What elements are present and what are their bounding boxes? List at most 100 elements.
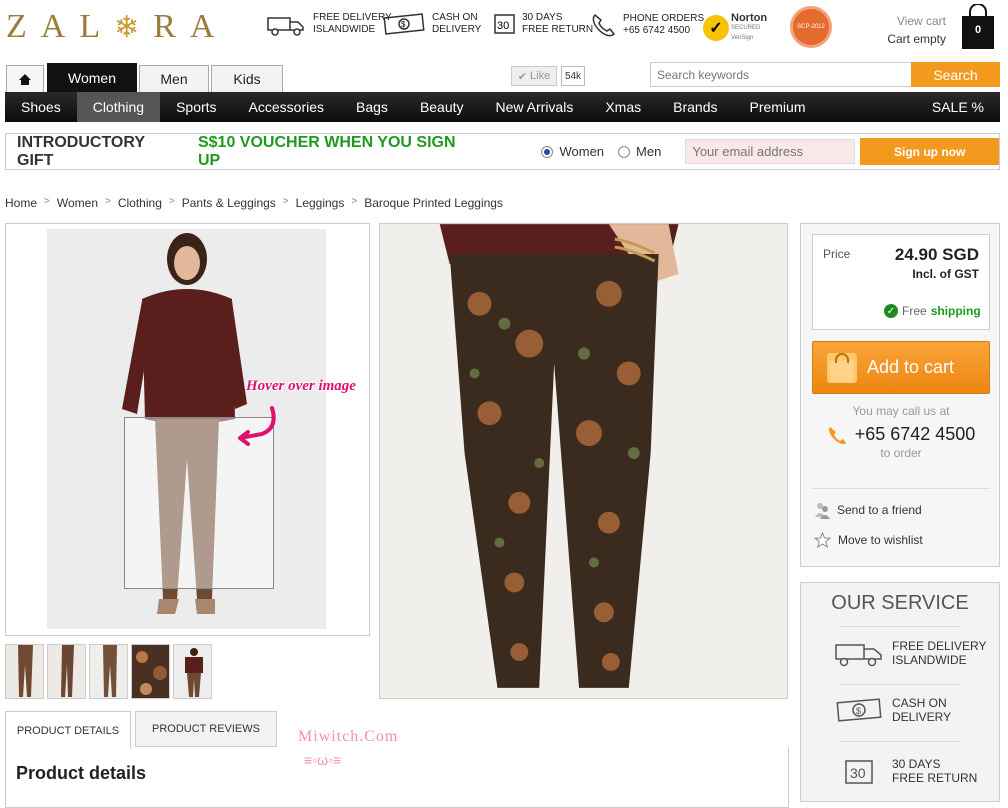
home-tab[interactable] xyxy=(6,65,44,92)
truck-icon xyxy=(835,644,882,667)
radio-women[interactable]: Women xyxy=(541,144,604,159)
thumbnail[interactable] xyxy=(5,644,44,699)
radio-men[interactable]: Men xyxy=(618,144,661,159)
service-30-days-return: 30 30 days free return xyxy=(834,757,977,785)
divider xyxy=(840,741,960,742)
usp-free-delivery: Free delivery islandwide xyxy=(266,12,392,36)
email-field[interactable] xyxy=(685,139,856,164)
facebook-like-button[interactable]: ✔ Like xyxy=(511,66,557,86)
service-line1: Cash on xyxy=(892,696,947,710)
tab-product-reviews[interactable]: PRODUCT REVIEWS xyxy=(135,711,277,747)
phone-icon xyxy=(828,426,846,444)
thumbnail-image xyxy=(132,645,169,698)
norton-secured-badge[interactable]: ✓ Norton SECURED VeriSign xyxy=(703,8,771,48)
usp-line1: Cash on xyxy=(432,12,478,23)
crumb-sep: > xyxy=(168,196,175,207)
tab-women[interactable]: Women xyxy=(47,63,137,92)
thumbnail-image xyxy=(6,645,43,698)
crumb-sep: > xyxy=(44,196,50,207)
radio-men-dot[interactable] xyxy=(618,145,631,158)
thumbnail-image xyxy=(174,645,211,698)
svg-text:$: $ xyxy=(856,706,861,716)
cart-count: 0 xyxy=(974,24,982,36)
usp-30-days-return: 30 30 days free return xyxy=(493,12,593,36)
price-value: 24.90 SGD xyxy=(894,245,979,264)
friends-icon xyxy=(815,503,830,519)
nav-shoes[interactable]: Shoes xyxy=(5,92,77,122)
add-to-cart-label: Add to cart xyxy=(867,357,955,377)
call-note: You may call us at xyxy=(852,404,950,418)
send-to-friend-link[interactable]: Send to a friend xyxy=(814,501,922,519)
search-button[interactable]: Search xyxy=(911,62,1000,87)
return-icon: 30 xyxy=(494,14,515,34)
nav-sports[interactable]: Sports xyxy=(160,92,232,122)
norton-check-icon: ✓ xyxy=(703,15,729,41)
send-to-friend-label: Send to a friend xyxy=(837,503,922,517)
usp-cash-on-delivery: $ Cash on delivery xyxy=(383,12,481,36)
home-icon xyxy=(19,73,31,85)
crumb-pants-leggings[interactable]: Pants & Leggings xyxy=(182,196,276,210)
phone-number: +65 6742 4500 xyxy=(812,424,990,445)
main-nav: Shoes Clothing Sports Accessories Bags B… xyxy=(5,92,1000,122)
nav-new-arrivals[interactable]: New Arrivals xyxy=(480,92,590,122)
signup-button[interactable]: Sign up now xyxy=(860,138,999,165)
free-shipping-note: ✓ Free shipping xyxy=(884,304,981,318)
svg-text:30: 30 xyxy=(850,765,866,781)
nav-xmas[interactable]: Xmas xyxy=(589,92,657,122)
logo-text-right: RA xyxy=(153,8,229,45)
price-label: Price xyxy=(823,247,851,261)
add-to-cart-button[interactable]: Add to cart xyxy=(812,341,990,394)
nav-premium[interactable]: Premium xyxy=(733,92,821,122)
crumb-women[interactable]: Women xyxy=(57,196,98,210)
intro-gift-bar: INTRODUCTORY GIFT S$10 VOUCHER WHEN YOU … xyxy=(5,133,1000,170)
tab-men[interactable]: Men xyxy=(139,65,209,92)
thumbnail[interactable] xyxy=(173,644,212,699)
crumb-leggings[interactable]: Leggings xyxy=(296,196,345,210)
cash-icon: $ xyxy=(383,13,425,35)
thumbnail[interactable] xyxy=(47,644,86,699)
watermark-text: Miwitch.Com xyxy=(298,728,399,745)
usp-line1: Free delivery xyxy=(313,12,392,23)
cash-icon: $ xyxy=(836,698,882,722)
tab-product-details[interactable]: PRODUCT DETAILS xyxy=(5,711,131,749)
thumbnail-image xyxy=(48,645,85,698)
cart-summary[interactable]: View cart Cart empty xyxy=(866,12,946,48)
crumb-home[interactable]: Home xyxy=(5,196,37,210)
nav-sale[interactable]: SALE % xyxy=(916,92,1000,122)
nav-beauty[interactable]: Beauty xyxy=(404,92,480,122)
usp-line2: +65 6742 4500 xyxy=(623,25,691,36)
zalora-logo[interactable]: ZAL❄RA xyxy=(6,8,228,46)
svg-text:$: $ xyxy=(401,20,406,29)
thumbnail[interactable] xyxy=(131,644,170,699)
nav-bags[interactable]: Bags xyxy=(340,92,404,122)
order-note: to order xyxy=(880,446,922,460)
truck-icon xyxy=(267,17,304,36)
usp-phone-orders: Phone orders +65 6742 4500 xyxy=(590,12,704,38)
tab-kids[interactable]: Kids xyxy=(211,65,283,92)
nav-clothing[interactable]: Clothing xyxy=(76,92,161,122)
nav-accessories[interactable]: Accessories xyxy=(233,92,340,122)
thumbnail[interactable] xyxy=(89,644,128,699)
seal-text: SCP-2012 xyxy=(797,23,825,30)
security-seal-badge[interactable]: SCP-2012 xyxy=(790,6,832,48)
service-free-delivery: Free delivery islandwide xyxy=(834,639,986,667)
nav-brands[interactable]: Brands xyxy=(657,92,733,122)
like-count: 54k xyxy=(561,66,585,86)
phone-icon xyxy=(592,13,616,37)
crumb-sep: > xyxy=(282,196,289,207)
cart-status: Cart empty xyxy=(887,32,946,46)
crumb-clothing[interactable]: Clothing xyxy=(118,196,162,210)
breadcrumb: Home > Women > Clothing > Pants & Leggings >… xyxy=(5,196,503,210)
search-input[interactable] xyxy=(650,62,912,87)
usp-line2: islandwide xyxy=(313,24,376,35)
logo-flake-icon: ❄ xyxy=(114,11,154,44)
radio-women-dot[interactable] xyxy=(541,145,554,158)
service-line1: Free delivery xyxy=(892,639,987,653)
view-cart-link[interactable]: View cart xyxy=(866,12,946,30)
zoomed-product-image[interactable] xyxy=(379,223,788,699)
move-to-wishlist-link[interactable]: Move to wishlist xyxy=(814,532,923,548)
norton-sub: SECURED xyxy=(731,25,761,31)
service-line2: delivery xyxy=(892,710,952,724)
divider xyxy=(840,626,960,627)
norton-sub2: VeriSign xyxy=(731,35,754,41)
